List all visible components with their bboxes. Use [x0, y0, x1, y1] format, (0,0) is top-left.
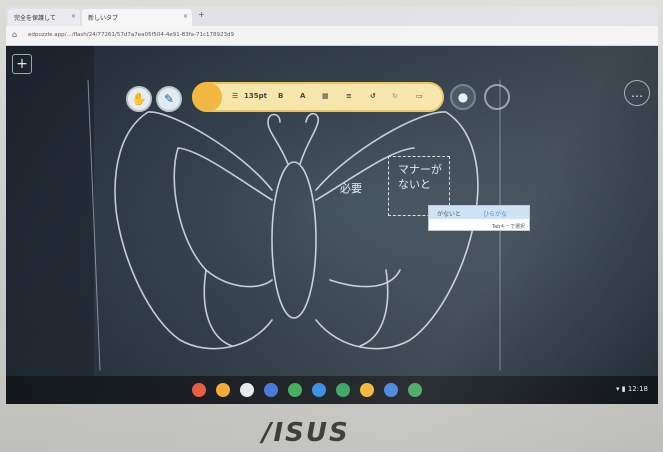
close-icon[interactable]: × [183, 13, 188, 20]
app-icon[interactable] [264, 383, 278, 397]
close-icon[interactable]: × [71, 13, 76, 20]
chromeos-shelf: ▾ ▮ 12:18 [6, 376, 658, 404]
ime-candidate-window: がないと ひらがな Tabキーで選択 [428, 205, 530, 231]
asus-logo: /ISUS [262, 418, 350, 448]
home-icon[interactable]: ⌂ [12, 30, 17, 39]
url-text: edpuzzle.app/.../flash/24/77261/57d7a7ea… [28, 32, 235, 38]
ime-candidate-row[interactable]: がないと ひらがな [429, 206, 529, 219]
browser-tab[interactable]: 完全を保護して × [8, 9, 80, 26]
drive-icon[interactable] [288, 383, 302, 397]
slides-icon[interactable] [360, 383, 374, 397]
sheets-icon[interactable] [336, 383, 350, 397]
new-tab-icon[interactable]: + [198, 10, 205, 19]
app-icon[interactable] [312, 383, 326, 397]
ime-hint: Tabキーで選択 [491, 224, 525, 230]
ime-candidate[interactable]: がないと [437, 209, 461, 218]
ime-hint-row: Tabキーで選択 [429, 220, 529, 232]
tab-title: 新しいタブ [88, 15, 119, 22]
photo: 完全を保護して × 新しいタブ × + ⌂ edpuzzle.app/.../f… [0, 0, 663, 452]
butterfly-drawing [87, 79, 501, 371]
clock: 12:18 [627, 385, 648, 393]
tab-title: 完全を保護して [14, 15, 56, 22]
docs-icon[interactable] [384, 383, 398, 397]
browser-tab-bar: 完全を保護して × 新しいタブ × + [6, 6, 658, 26]
classroom-icon[interactable] [408, 383, 422, 397]
browser-tab[interactable]: 新しいタブ × [82, 9, 192, 26]
text-line: ないと [398, 178, 431, 191]
status-area[interactable]: ▾ ▮ 12:18 [616, 385, 648, 393]
board-text-hitsuyo[interactable]: 必要 [340, 180, 362, 196]
ime-candidate[interactable]: ひらがな [483, 209, 507, 218]
files-icon[interactable] [216, 383, 230, 397]
text-line: マナーが [398, 163, 442, 176]
board-text-managa[interactable]: マナーが ないと [398, 162, 442, 192]
chrome-icon[interactable] [192, 383, 206, 397]
app-icon[interactable] [240, 383, 254, 397]
wifi-icon: ▾ ▮ [615, 385, 628, 393]
